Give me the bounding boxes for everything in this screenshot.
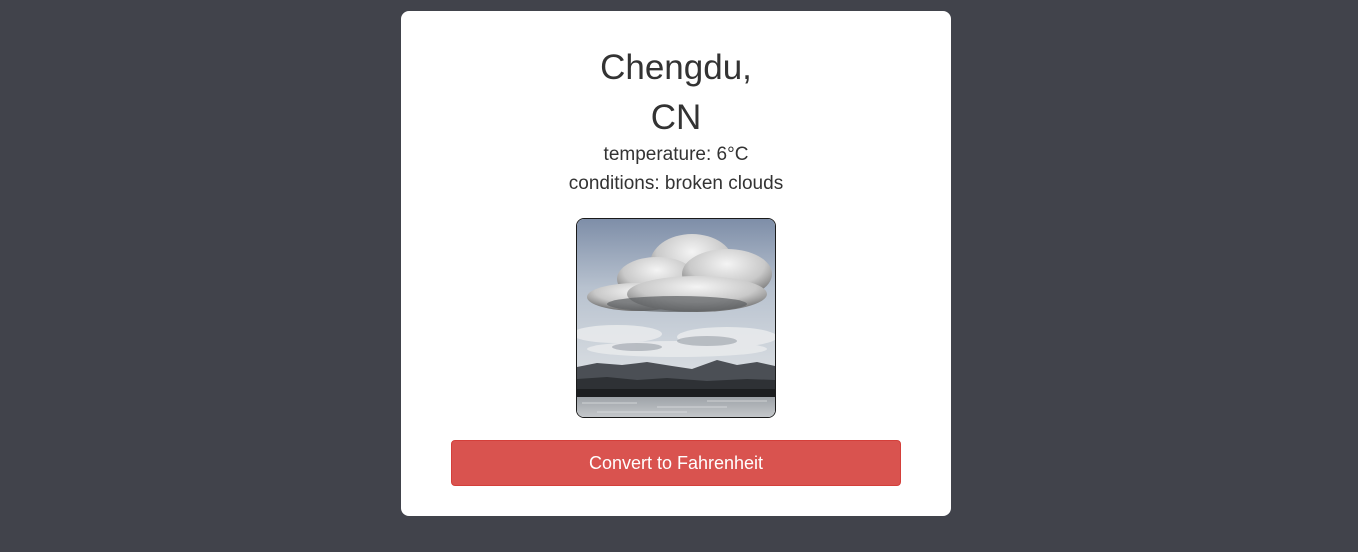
weather-card: Chengdu, CN temperature: 6°C conditions:… — [401, 11, 951, 516]
country-code: CN — [650, 98, 702, 137]
convert-to-fahrenheit-button[interactable]: Convert to Fahrenheit — [451, 440, 901, 486]
weather-condition-image — [576, 218, 776, 418]
conditions-text: conditions: broken clouds — [568, 173, 784, 194]
temperature-text: temperature: 6°C — [603, 144, 749, 165]
location-heading: Chengdu, CN — [401, 43, 951, 143]
broken-clouds-photo — [577, 219, 775, 417]
city-name: Chengdu, — [600, 48, 752, 87]
